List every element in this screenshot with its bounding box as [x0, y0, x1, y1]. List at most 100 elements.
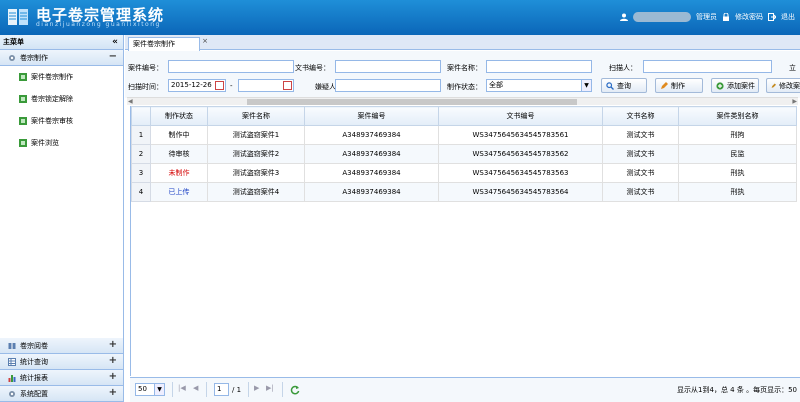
- scanner-label: 扫描人：: [609, 64, 637, 72]
- sidebar-section-stat-report[interactable]: 统计报表 +: [0, 370, 123, 386]
- column-header-category[interactable]: 案件类别名称: [678, 106, 797, 126]
- sidebar-item-label: 卷宗锁定解除: [31, 95, 73, 103]
- case-name-cell: 测试盗窃案件4: [207, 182, 305, 202]
- app-subtitle: dianzijuanzong guanlixitong: [36, 21, 161, 28]
- add-case-button-label: 添加案件: [727, 81, 755, 90]
- case-name-input[interactable]: [486, 60, 592, 73]
- case-no-label: 案件编号：: [128, 64, 163, 72]
- case-name-label: 案件名称：: [447, 64, 482, 72]
- case-no-cell: A348937469384: [304, 125, 439, 145]
- scan-time-to-input[interactable]: [238, 79, 294, 92]
- table-row[interactable]: 3 未制作 测试盗窃案件3 A348937469384 WS3475645634…: [131, 163, 797, 183]
- sidebar-section-stat-query[interactable]: 统计查询 +: [0, 354, 123, 370]
- case-table: 制作状态 案件名称 案件编号 文书编号 文书名称 案件类别名称 1 制作中 测试…: [131, 106, 797, 202]
- collapse-section-icon[interactable]: −: [109, 51, 117, 62]
- sidebar-section-config[interactable]: 系统配置 +: [0, 386, 123, 402]
- table-icon: [8, 357, 16, 366]
- scanner-input[interactable]: [643, 60, 772, 73]
- sidebar-item-unlock[interactable]: 卷宗锁定解除: [0, 88, 123, 110]
- status-select[interactable]: 全部 ▼: [486, 79, 592, 92]
- search-icon: [606, 81, 614, 90]
- app-logo-icon: [8, 9, 28, 25]
- column-header-doc-name[interactable]: 文书名称: [602, 106, 679, 126]
- change-password-link[interactable]: 修改密码: [735, 12, 763, 22]
- status-cell: 未制作: [150, 163, 208, 183]
- doc-no-input[interactable]: [335, 60, 441, 73]
- calendar-icon[interactable]: [283, 81, 292, 90]
- refresh-icon[interactable]: [290, 385, 300, 395]
- case-no-cell: A348937469384: [304, 182, 439, 202]
- add-case-button[interactable]: 添加案件: [711, 78, 759, 93]
- page-size-value: 50: [138, 385, 147, 393]
- tab-bar: 案件卷宗制作 ×: [125, 35, 800, 51]
- status-select-value: 全部: [489, 81, 503, 89]
- query-button[interactable]: 查询: [601, 78, 647, 93]
- pagination-bar: 50 ▼ |◀ ◀ 1 / 1 ▶ ▶| 显示从1到4，总 4 条 。每页显示：…: [130, 377, 800, 402]
- doc-name-cell: 测试文书: [602, 182, 679, 202]
- sidebar: 主菜单 « 卷宗制作 − 案件卷宗制作 卷宗锁定解除 案件卷宗审核 案件浏览 卷…: [0, 35, 124, 402]
- expand-section-icon[interactable]: +: [109, 387, 117, 398]
- first-page-button[interactable]: |◀: [178, 384, 186, 392]
- sidebar-item-case-making[interactable]: 案件卷宗制作: [0, 66, 123, 88]
- expand-section-icon[interactable]: +: [109, 371, 117, 382]
- suspect-input[interactable]: [335, 79, 441, 92]
- scan-time-from-input[interactable]: 2015-12-26: [168, 79, 226, 92]
- tab-case-making[interactable]: 案件卷宗制作 ×: [128, 37, 208, 51]
- scroll-left-icon[interactable]: ◀: [128, 98, 133, 105]
- query-button-label: 查询: [617, 81, 631, 90]
- sidebar-menu: 案件卷宗制作 卷宗锁定解除 案件卷宗审核 案件浏览: [0, 66, 123, 154]
- case-no-cell: A348937469384: [304, 144, 439, 164]
- close-tab-icon[interactable]: ×: [202, 35, 208, 47]
- next-page-button[interactable]: ▶: [254, 384, 259, 392]
- sidebar-bottom-sections: 卷宗阅卷 + 统计查询 + 统计报表 + 系统配置 +: [0, 338, 123, 402]
- page-size-select[interactable]: 50 ▼: [135, 383, 165, 396]
- column-header-case-name[interactable]: 案件名称: [207, 106, 305, 126]
- status-cell: 待审核: [150, 144, 208, 164]
- chevron-down-icon[interactable]: ▼: [581, 80, 591, 91]
- category-cell: 刑执: [678, 163, 797, 183]
- home-link[interactable]: 管理员: [696, 12, 717, 22]
- make-button[interactable]: 制作: [655, 78, 703, 93]
- sidebar-section-reading[interactable]: 卷宗阅卷 +: [0, 338, 123, 354]
- sidebar-item-review[interactable]: 案件卷宗审核: [0, 110, 123, 132]
- status-cell: 已上传: [150, 182, 208, 202]
- column-header-case-no[interactable]: 案件编号: [304, 106, 439, 126]
- case-no-input[interactable]: [168, 60, 294, 73]
- leaf-icon: [19, 73, 27, 81]
- sidebar-item-browse[interactable]: 案件浏览: [0, 132, 123, 154]
- expand-section-icon[interactable]: +: [109, 339, 117, 350]
- prev-page-button[interactable]: ◀: [193, 384, 198, 392]
- table-row[interactable]: 2 待审核 测试盗窃案件2 A348937469384 WS3475645634…: [131, 144, 797, 164]
- sidebar-section-case-making[interactable]: 卷宗制作 −: [0, 50, 123, 66]
- doc-name-cell: 测试文书: [602, 163, 679, 183]
- edit-icon: [661, 81, 668, 89]
- sidebar-section-label: 卷宗阅卷: [20, 341, 48, 350]
- leaf-icon: [19, 95, 27, 103]
- case-name-cell: 测试盗窃案件3: [207, 163, 305, 183]
- chevron-down-icon[interactable]: ▼: [154, 384, 164, 395]
- expand-section-icon[interactable]: +: [109, 355, 117, 366]
- logout-link[interactable]: 退出: [781, 12, 795, 22]
- column-header-status[interactable]: 制作状态: [150, 106, 208, 126]
- calendar-icon[interactable]: [215, 81, 224, 90]
- settings-icon: [9, 390, 15, 397]
- case-no-cell: A348937469384: [304, 163, 439, 183]
- edit-case-button[interactable]: 修改案: [766, 78, 800, 93]
- app-header: 电子卷宗管理系统 dianzijuanzong guanlixitong 管理员…: [0, 0, 800, 35]
- scroll-right-icon[interactable]: ▶: [792, 98, 797, 105]
- doc-no-label: 文书编号：: [295, 64, 330, 72]
- last-page-button[interactable]: ▶|: [266, 384, 274, 392]
- pagination-info: 显示从1到4，总 4 条 。每页显示：50: [677, 386, 797, 394]
- scrollbar-thumb[interactable]: [247, 99, 577, 105]
- add-icon: [716, 81, 724, 90]
- table-row[interactable]: 4 已上传 测试盗窃案件4 A348937469384 WS3475645634…: [131, 182, 797, 202]
- case-grid: 制作状态 案件名称 案件编号 文书编号 文书名称 案件类别名称 1 制作中 测试…: [130, 106, 800, 376]
- leaf-icon: [19, 139, 27, 147]
- grid-horizontal-scrollbar[interactable]: ◀ ▶: [127, 97, 798, 105]
- page-number-input[interactable]: 1: [214, 383, 229, 396]
- column-header-doc-no[interactable]: 文书编号: [438, 106, 603, 126]
- collapse-sidebar-button[interactable]: «: [112, 35, 118, 50]
- table-row[interactable]: 1 制作中 测试盗窃案件1 A348937469384 WS3475645634…: [131, 125, 797, 145]
- case-name-cell: 测试盗窃案件1: [207, 125, 305, 145]
- edit-case-button-label: 修改案: [779, 81, 800, 90]
